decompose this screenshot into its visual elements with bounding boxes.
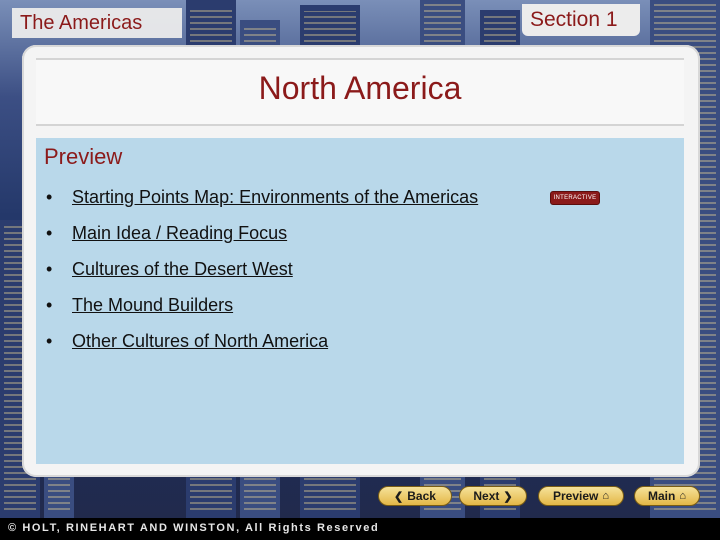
other-cultures-link[interactable]: Other Cultures of North America — [72, 331, 328, 351]
list-item[interactable]: • The Mound Builders — [44, 295, 233, 316]
list-item[interactable]: • Starting Points Map: Environments of th… — [44, 187, 478, 208]
next-label: Next — [473, 489, 500, 503]
chevron-left-icon: ❮ — [394, 490, 404, 503]
page-title: North America — [258, 70, 462, 106]
back-label: Back — [407, 489, 436, 503]
section-tab: Section 1 — [522, 4, 640, 36]
back-button[interactable]: ❮ Back — [378, 486, 452, 506]
list-item[interactable]: • Main Idea / Reading Focus — [44, 223, 287, 244]
home-icon: ⌂ — [679, 490, 686, 502]
bullet-icon: • — [46, 259, 53, 279]
chapter-header: The Americas — [12, 8, 182, 38]
bullet-icon: • — [46, 331, 53, 351]
chevron-right-icon: ❯ — [503, 490, 513, 503]
next-button[interactable]: Next ❯ — [459, 486, 527, 506]
section-number: Section 1 — [530, 8, 618, 31]
title-band: North America — [36, 58, 684, 126]
chapter-title: The Americas — [20, 12, 143, 34]
preview-button[interactable]: Preview ⌂ — [538, 486, 624, 506]
main-idea-link[interactable]: Main Idea / Reading Focus — [72, 223, 287, 243]
section-heading: Preview — [44, 144, 123, 169]
content-panel: Preview • Starting Points Map: Environmen… — [36, 138, 684, 464]
main-label: Main — [648, 489, 676, 503]
copyright-notice: © HOLT, RINEHART AND WINSTON, All Rights… — [8, 522, 380, 534]
interactive-button[interactable]: INTERACTIVE — [550, 191, 600, 205]
mound-builders-link[interactable]: The Mound Builders — [72, 295, 233, 315]
desert-west-link[interactable]: Cultures of the Desert West — [72, 259, 293, 279]
starting-points-map-link[interactable]: Starting Points Map: Environments of the… — [72, 187, 478, 207]
preview-label: Preview — [552, 489, 599, 503]
home-icon: ⌂ — [602, 490, 610, 502]
main-button[interactable]: Main ⌂ — [634, 486, 700, 506]
list-item[interactable]: • Cultures of the Desert West — [44, 259, 293, 280]
bullet-icon: • — [46, 295, 53, 315]
list-item[interactable]: • Other Cultures of North America — [44, 331, 328, 352]
bullet-icon: • — [46, 223, 53, 243]
bullet-icon: • — [46, 187, 53, 207]
